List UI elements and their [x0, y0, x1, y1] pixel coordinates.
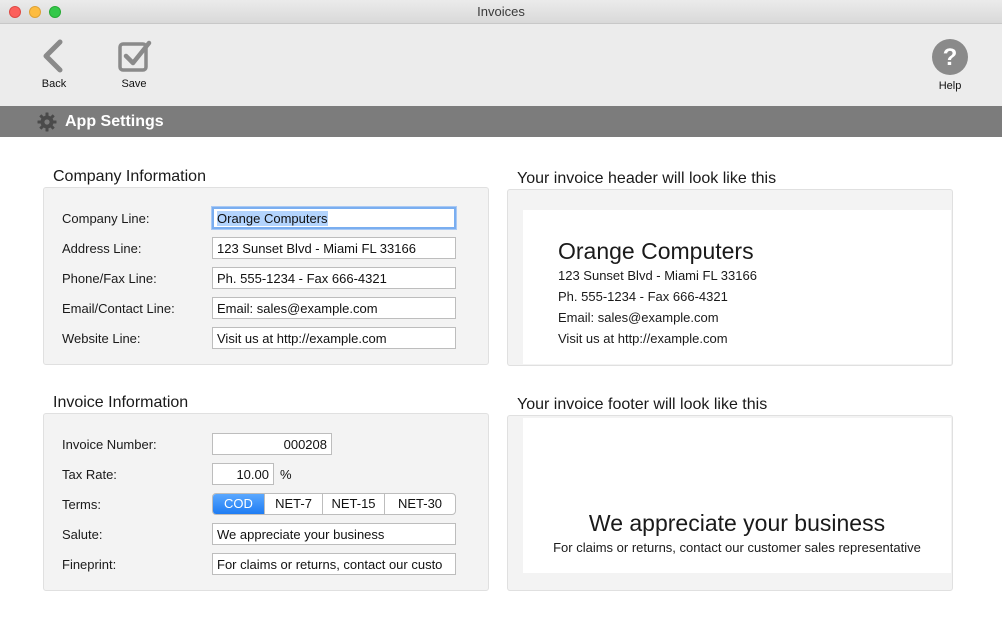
section-title: App Settings [65, 113, 164, 130]
header-preview-phone: Ph. 555-1234 - Fax 666-4321 [558, 289, 728, 304]
back-button[interactable]: Back [24, 38, 84, 90]
chevron-left-icon [24, 38, 84, 74]
website-line-label: Website Line: [62, 331, 141, 346]
help-icon: ? [920, 38, 980, 76]
tax-rate-label: Tax Rate: [62, 467, 117, 482]
save-button[interactable]: Save [104, 38, 164, 90]
company-info-group: Company Line: Orange Computers Address L… [43, 187, 489, 365]
header-preview-company: Orange Computers [558, 238, 754, 264]
company-line-field[interactable]: Orange Computers [212, 207, 456, 229]
header-preview-box: Orange Computers 123 Sunset Blvd - Miami… [507, 189, 953, 366]
terms-segmented-control: COD NET-7 NET-15 NET-30 [212, 493, 456, 515]
invoice-info-group: Invoice Number: 000208 Tax Rate: 10.00 %… [43, 413, 489, 591]
email-contact-line-field[interactable]: Email: sales@example.com [212, 297, 456, 319]
company-line-label: Company Line: [62, 211, 150, 226]
settings-content: Company Information Company Line: Orange… [0, 137, 1002, 624]
terms-option-net7[interactable]: NET-7 [264, 494, 322, 514]
header-preview-email: Email: sales@example.com [558, 310, 719, 325]
fineprint-label: Fineprint: [62, 557, 117, 572]
percent-unit: % [280, 467, 292, 482]
invoice-info-title: Invoice Information [53, 394, 189, 411]
terms-option-net30[interactable]: NET-30 [384, 494, 455, 514]
tax-rate-field[interactable]: 10.00 [212, 463, 274, 485]
window-title: Invoices [477, 4, 525, 19]
footer-preview-salute: We appreciate your business [588, 510, 886, 536]
website-line-field[interactable]: Visit us at http://example.com [212, 327, 456, 349]
address-line-field[interactable]: 123 Sunset Blvd - Miami FL 33166 [212, 237, 456, 259]
help-button[interactable]: ? Help [920, 38, 980, 92]
footer-preview-canvas: We appreciate your business For claims o… [523, 418, 951, 573]
footer-preview-title: Your invoice footer will look like this [517, 396, 768, 413]
invoice-number-label: Invoice Number: [62, 437, 157, 452]
header-preview-title: Your invoice header will look like this [517, 170, 777, 187]
fineprint-field[interactable]: For claims or returns, contact our custo [212, 553, 456, 575]
salute-field[interactable]: We appreciate your business [212, 523, 456, 545]
header-preview-address: 123 Sunset Blvd - Miami FL 33166 [558, 268, 757, 283]
header-preview-website: Visit us at http://example.com [558, 331, 728, 346]
back-label: Back [41, 78, 67, 90]
save-label: Save [121, 78, 147, 90]
footer-preview-fineprint: For claims or returns, contact our custo… [553, 540, 921, 555]
company-info-title: Company Information [53, 168, 206, 185]
toolbar: Back Save ? Help [0, 24, 1002, 106]
section-header: App Settings [0, 106, 1002, 137]
salute-label: Salute: [62, 527, 103, 542]
terms-label: Terms: [62, 497, 101, 512]
title-bar: Invoices [0, 0, 1002, 24]
invoice-number-field[interactable]: 000208 [212, 433, 332, 455]
email-contact-line-label: Email/Contact Line: [62, 301, 175, 316]
phone-fax-line-label: Phone/Fax Line: [62, 271, 157, 286]
header-preview-canvas: Orange Computers 123 Sunset Blvd - Miami… [523, 210, 951, 364]
invoices-window: Invoices Back Save ? Help App Settings C… [0, 0, 1002, 624]
address-line-label: Address Line: [62, 241, 142, 256]
footer-preview-box: We appreciate your business For claims o… [507, 415, 953, 591]
terms-option-net15[interactable]: NET-15 [322, 494, 384, 514]
terms-option-cod[interactable]: COD [213, 494, 264, 514]
checkbox-check-icon [104, 38, 164, 74]
svg-text:?: ? [943, 44, 958, 71]
phone-fax-line-field[interactable]: Ph. 555-1234 - Fax 666-4321 [212, 267, 456, 289]
gear-icon [37, 112, 57, 137]
help-label: Help [938, 80, 962, 92]
